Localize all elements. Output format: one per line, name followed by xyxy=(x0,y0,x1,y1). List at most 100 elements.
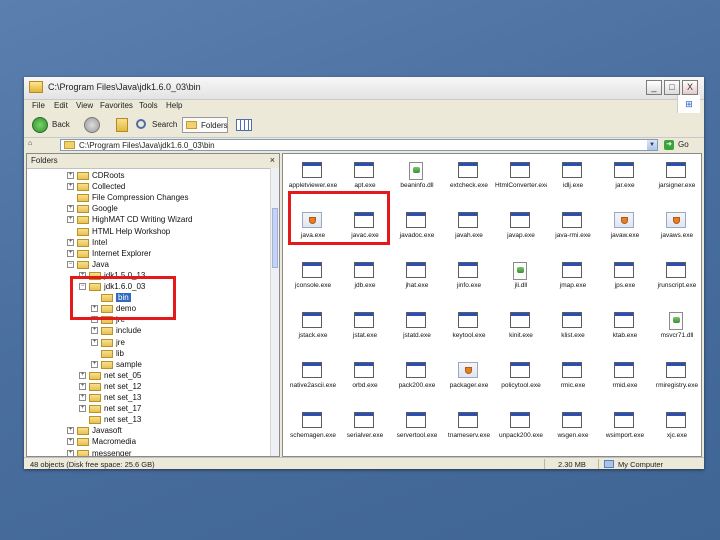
menu-help[interactable]: Help xyxy=(166,101,182,110)
maximize-button[interactable]: □ xyxy=(664,80,680,95)
folders-button[interactable]: Folders xyxy=(182,117,228,133)
views-icon[interactable] xyxy=(236,119,252,131)
close-icon[interactable]: × xyxy=(270,155,275,165)
file-item[interactable]: jstack.exe xyxy=(287,306,339,354)
back-button-label[interactable]: Back xyxy=(52,120,70,129)
file-item[interactable]: extcheck.exe xyxy=(443,156,495,204)
expand-icon[interactable]: + xyxy=(67,427,74,435)
forward-arrow-icon[interactable] xyxy=(84,117,100,133)
file-item[interactable]: ktab.exe xyxy=(599,306,651,354)
close-button[interactable]: X xyxy=(682,80,698,95)
expand-icon[interactable]: + xyxy=(67,238,74,246)
expand-icon[interactable]: + xyxy=(67,438,74,446)
scrollbar-thumb[interactable] xyxy=(272,208,278,268)
expand-icon[interactable]: + xyxy=(67,183,74,191)
file-item[interactable]: msvcr71.dll xyxy=(651,306,701,354)
expand-icon[interactable]: + xyxy=(67,249,74,257)
file-item[interactable]: klist.exe xyxy=(547,306,599,354)
file-item[interactable]: unpack200.exe xyxy=(495,406,547,454)
file-item[interactable]: servertool.exe xyxy=(391,406,443,454)
search-button-label[interactable]: Search xyxy=(152,120,177,129)
file-item[interactable]: jhat.exe xyxy=(391,256,443,304)
folder-icon xyxy=(77,438,89,447)
file-item[interactable]: serialver.exe xyxy=(339,406,391,454)
expand-icon[interactable]: + xyxy=(67,216,74,224)
file-item[interactable]: jps.exe xyxy=(599,256,651,304)
file-item[interactable]: javadoc.exe xyxy=(391,206,443,254)
exe-file-icon xyxy=(510,162,530,178)
minimize-button[interactable]: _ xyxy=(646,80,662,95)
file-name: javah.exe xyxy=(455,232,483,239)
file-item[interactable]: policytool.exe xyxy=(495,356,547,404)
file-item[interactable]: wsgen.exe xyxy=(547,406,599,454)
file-item[interactable]: orbd.exe xyxy=(339,356,391,404)
file-item[interactable]: jar.exe xyxy=(599,156,651,204)
file-item[interactable]: wsimport.exe xyxy=(599,406,651,454)
file-item[interactable]: jstat.exe xyxy=(339,306,391,354)
menu-favorites[interactable]: Favorites xyxy=(100,101,133,110)
expand-icon[interactable]: + xyxy=(79,394,86,401)
file-item[interactable]: tnameserv.exe xyxy=(443,406,495,454)
file-item[interactable]: jrunscript.exe xyxy=(651,256,701,304)
expand-icon[interactable]: + xyxy=(91,360,98,368)
back-arrow-icon[interactable] xyxy=(32,117,48,133)
file-item[interactable]: java-rmi.exe xyxy=(547,206,599,254)
exe-file-icon xyxy=(406,412,426,428)
file-item[interactable]: xjc.exe xyxy=(651,406,701,454)
file-item[interactable]: jmap.exe xyxy=(547,256,599,304)
folder-tree-label: Macromedia xyxy=(92,437,137,447)
title-bar[interactable]: C:\Program Files\Java\jdk1.6.0_03\bin _ … xyxy=(24,77,704,100)
search-icon[interactable] xyxy=(136,119,146,129)
expand-icon[interactable]: + xyxy=(67,205,74,213)
expand-icon[interactable]: + xyxy=(79,371,86,379)
file-item[interactable]: javaws.exe xyxy=(651,206,701,254)
file-item[interactable]: jconsole.exe xyxy=(287,256,339,304)
expand-icon[interactable]: + xyxy=(67,172,74,179)
address-input[interactable]: C:\Program Files\Java\jdk1.6.0_03\bin ▼ xyxy=(60,139,658,151)
expand-icon[interactable]: + xyxy=(91,338,98,346)
expand-icon[interactable]: + xyxy=(79,405,86,413)
menu-file[interactable]: File xyxy=(32,101,45,110)
scrollbar[interactable] xyxy=(270,168,279,456)
file-item[interactable]: packager.exe xyxy=(443,356,495,404)
file-item[interactable]: HtmlConverter.exe xyxy=(495,156,547,204)
expand-icon[interactable]: + xyxy=(91,327,98,335)
file-item[interactable]: jarsigner.exe xyxy=(651,156,701,204)
file-item[interactable]: kinit.exe xyxy=(495,306,547,354)
exe-file-icon xyxy=(510,412,530,428)
folder-icon xyxy=(77,172,89,180)
file-name: rmiregistry.exe xyxy=(655,382,699,389)
file-item[interactable]: pack200.exe xyxy=(391,356,443,404)
file-item[interactable]: javap.exe xyxy=(495,206,547,254)
up-folder-icon[interactable] xyxy=(116,118,128,132)
file-item[interactable]: rmic.exe xyxy=(547,356,599,404)
chevron-down-icon[interactable]: ▼ xyxy=(647,140,657,150)
file-item[interactable]: keytool.exe xyxy=(443,306,495,354)
file-name: jrunscript.exe xyxy=(657,282,697,289)
file-item[interactable]: jdb.exe xyxy=(339,256,391,304)
file-item[interactable]: idlj.exe xyxy=(547,156,599,204)
folder-icon xyxy=(101,360,113,369)
go-arrow-icon[interactable]: ➜ xyxy=(664,140,674,150)
file-item[interactable]: rmiregistry.exe xyxy=(651,356,701,404)
collapse-icon[interactable]: − xyxy=(67,260,74,268)
file-name: jarsigner.exe xyxy=(658,182,696,189)
expand-icon[interactable]: + xyxy=(67,449,74,456)
file-item[interactable]: jinfo.exe xyxy=(443,256,495,304)
file-item[interactable]: javah.exe xyxy=(443,206,495,254)
go-button-label[interactable]: Go xyxy=(678,140,689,149)
menu-tools[interactable]: Tools xyxy=(139,101,158,110)
file-item[interactable]: schemagen.exe xyxy=(287,406,339,454)
file-item[interactable]: rmid.exe xyxy=(599,356,651,404)
file-item[interactable]: beaninfo.dll xyxy=(391,156,443,204)
exe-file-icon xyxy=(406,212,426,228)
menu-view[interactable]: View xyxy=(76,101,93,110)
file-item[interactable]: jstatd.exe xyxy=(391,306,443,354)
file-item[interactable]: jli.dll xyxy=(495,256,547,304)
java-app-icon xyxy=(458,362,478,378)
file-item[interactable]: javaw.exe xyxy=(599,206,651,254)
file-item[interactable]: native2ascii.exe xyxy=(287,356,339,404)
expand-icon[interactable]: + xyxy=(79,382,86,390)
folder-tree-label: File Compression Changes xyxy=(92,193,189,203)
menu-edit[interactable]: Edit xyxy=(54,101,68,110)
